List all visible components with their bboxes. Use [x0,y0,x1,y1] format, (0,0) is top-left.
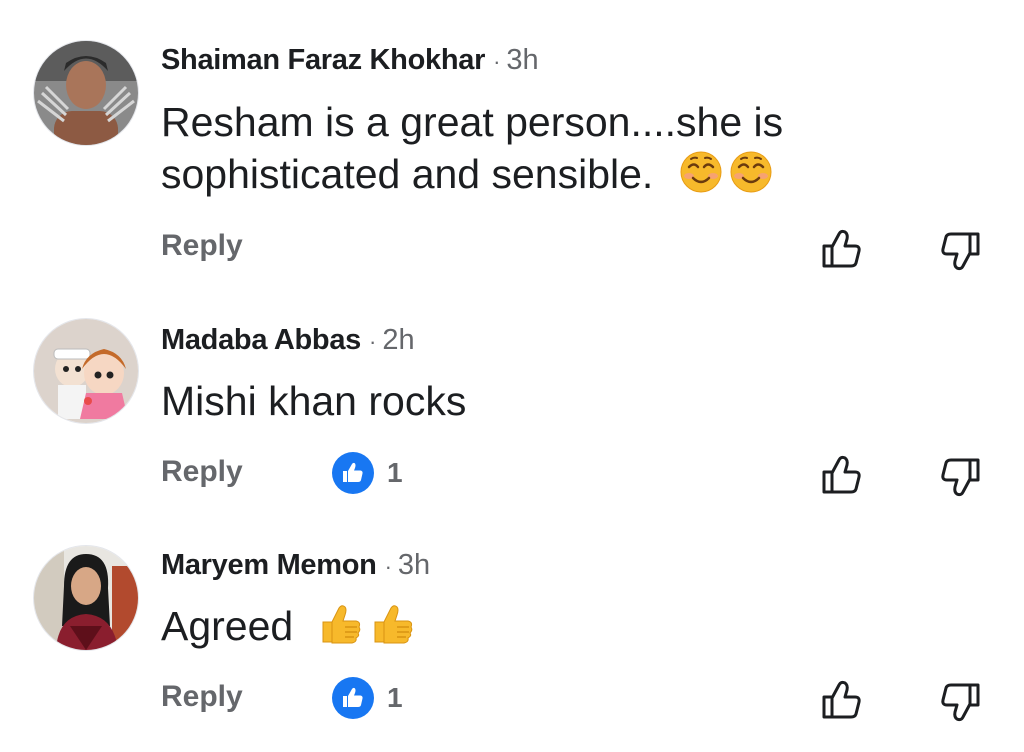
comment-text: Resham is a great person....she is sophi… [161,96,783,200]
comment-header: Madaba Abbas · 2h [161,322,415,360]
dislike-button[interactable] [938,679,984,725]
like-reaction-icon [332,677,374,719]
reaction-summary[interactable]: 1 [332,677,403,719]
comment-text-line-with-emoji: sophisticated and sensible. [161,148,783,200]
avatar[interactable] [34,546,138,650]
separator: · [368,329,377,354]
thumbs-down-outline-icon [938,228,984,274]
avatar[interactable] [34,41,138,145]
comment-text-line: sophisticated and sensible. [161,151,654,197]
like-button[interactable] [818,226,864,272]
thumbs-down-outline-icon [938,679,984,725]
like-button[interactable] [818,677,864,723]
smiling-face-icon [729,150,773,194]
like-button[interactable] [818,452,864,498]
comment-text-line: Mishi khan rocks [161,378,467,424]
smiling-face-icon [679,150,723,194]
timestamp[interactable]: 3h [506,44,538,76]
comment-text: Agreed [161,600,415,652]
thumbs-up-emoji-icon [371,602,415,646]
thumbs-up-outline-icon [818,677,864,723]
author-name[interactable]: Maryem Memon [161,549,377,581]
reaction-count: 1 [387,457,403,488]
timestamp[interactable]: 3h [398,549,430,581]
dislike-button[interactable] [938,228,984,274]
author-name[interactable]: Madaba Abbas [161,324,361,356]
like-reaction-icon [332,452,374,494]
comment-text-line: Resham is a great person....she is [161,99,784,145]
thumbs-down-outline-icon [938,454,984,500]
comment-header: Shaiman Faraz Khokhar · 3h [161,42,539,80]
reply-button[interactable]: Reply [161,680,243,714]
thumbs-up-outline-icon [818,226,864,272]
dislike-button[interactable] [938,454,984,500]
separator: · [493,49,501,74]
comment-text: Mishi khan rocks [161,375,466,427]
comment-header: Maryem Memon · 3h [161,547,430,585]
timestamp[interactable]: 2h [382,324,414,356]
thumbs-up-emoji-icon [319,602,363,646]
thumbs-up-outline-icon [818,452,864,498]
reply-button[interactable]: Reply [161,455,243,489]
reaction-summary[interactable]: 1 [332,452,403,494]
comment-text-line: Agreed [161,603,294,649]
author-name[interactable]: Shaiman Faraz Khokhar [161,44,485,76]
avatar[interactable] [34,319,138,423]
separator: · [384,554,392,579]
reply-button[interactable]: Reply [161,229,243,263]
reaction-count: 1 [387,682,403,713]
